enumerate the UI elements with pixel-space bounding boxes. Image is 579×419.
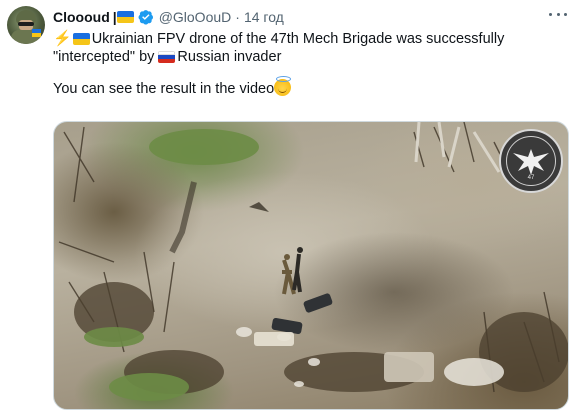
emblem-number: 47: [527, 175, 535, 181]
ukraine-flag-icon: [72, 33, 90, 46]
tweet-header: Clooоud | @GloOouD · 14 год: [53, 8, 284, 26]
russia-flag-icon: [158, 51, 176, 64]
tweet-text-line2a: "intercepted" by: [53, 49, 159, 65]
video-player[interactable]: 47: [53, 121, 569, 410]
time-separator: ·: [235, 9, 240, 25]
tweet-line-2: "intercepted" by Russian invader: [53, 48, 568, 67]
tweet-text-line3: You can see the result in the video: [53, 81, 275, 97]
more-options-icon[interactable]: [549, 10, 567, 18]
tweet-text: ⚡ Ukrainian FPV drone of the 47th Mech Br…: [53, 29, 568, 98]
tweet-text-line2b: Russian invader: [177, 49, 282, 65]
brigade-emblem-icon: 47: [499, 129, 563, 193]
smiling-face-with-halo-icon: [274, 76, 292, 96]
tweet-timestamp[interactable]: 14 год: [244, 9, 284, 25]
author-handle[interactable]: @GloOouD: [159, 9, 232, 25]
avatar-glasses: [18, 22, 34, 26]
verified-badge-icon: [138, 10, 153, 25]
lightning-icon: ⚡: [53, 30, 72, 47]
avatar[interactable]: [7, 6, 45, 44]
avatar-flag-icon: [32, 29, 41, 37]
author-name[interactable]: Clooоud: [53, 9, 110, 25]
tweet-line-3: You can see the result in the video: [53, 76, 568, 98]
ukraine-flag-icon: [116, 11, 134, 23]
tweet-line-1: ⚡ Ukrainian FPV drone of the 47th Mech Br…: [53, 29, 568, 48]
tweet-text-line1: Ukrainian FPV drone of the 47th Mech Bri…: [91, 31, 505, 47]
video-frame: [58, 122, 568, 401]
